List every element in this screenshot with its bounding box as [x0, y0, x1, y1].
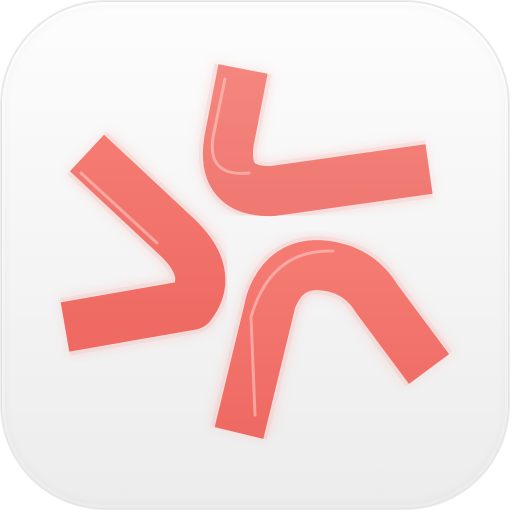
arm-left — [60, 131, 230, 356]
arm-top — [199, 63, 434, 221]
pinwheel-arms-icon — [60, 63, 453, 440]
arm-bottom — [210, 236, 453, 440]
icon-canvas — [0, 0, 512, 512]
app-icon-tile[interactable] — [1, 1, 509, 509]
